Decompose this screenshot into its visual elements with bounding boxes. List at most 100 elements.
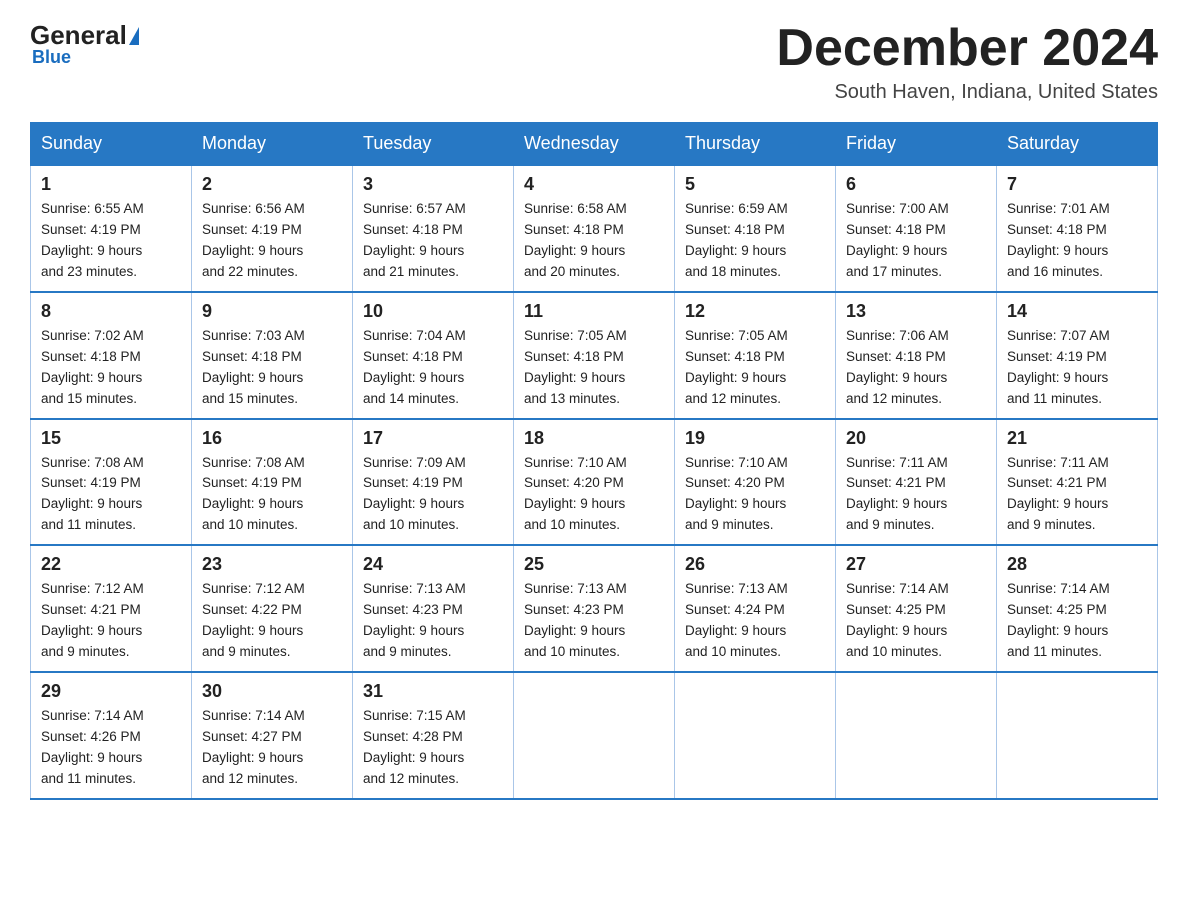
- day-info: Sunrise: 7:11 AMSunset: 4:21 PMDaylight:…: [846, 455, 948, 533]
- calendar-day-cell: 23 Sunrise: 7:12 AMSunset: 4:22 PMDaylig…: [192, 545, 353, 672]
- day-number: 11: [524, 301, 664, 322]
- day-info: Sunrise: 7:14 AMSunset: 4:26 PMDaylight:…: [41, 708, 144, 786]
- calendar-day-cell: 18 Sunrise: 7:10 AMSunset: 4:20 PMDaylig…: [514, 419, 675, 546]
- day-number: 10: [363, 301, 503, 322]
- calendar-empty-cell: [675, 672, 836, 799]
- calendar-day-cell: 1 Sunrise: 6:55 AMSunset: 4:19 PMDayligh…: [31, 165, 192, 292]
- month-title: December 2024: [776, 20, 1158, 77]
- day-number: 5: [685, 174, 825, 195]
- calendar-day-cell: 31 Sunrise: 7:15 AMSunset: 4:28 PMDaylig…: [353, 672, 514, 799]
- weekday-header-friday: Friday: [836, 123, 997, 166]
- day-number: 25: [524, 554, 664, 575]
- calendar-day-cell: 17 Sunrise: 7:09 AMSunset: 4:19 PMDaylig…: [353, 419, 514, 546]
- calendar-day-cell: 24 Sunrise: 7:13 AMSunset: 4:23 PMDaylig…: [353, 545, 514, 672]
- calendar-day-cell: 6 Sunrise: 7:00 AMSunset: 4:18 PMDayligh…: [836, 165, 997, 292]
- day-number: 8: [41, 301, 181, 322]
- page-header: General Blue December 2024 South Haven, …: [30, 20, 1158, 104]
- day-number: 1: [41, 174, 181, 195]
- calendar-week-row: 22 Sunrise: 7:12 AMSunset: 4:21 PMDaylig…: [31, 545, 1158, 672]
- weekday-header-thursday: Thursday: [675, 123, 836, 166]
- day-number: 9: [202, 301, 342, 322]
- day-number: 6: [846, 174, 986, 195]
- calendar-day-cell: 10 Sunrise: 7:04 AMSunset: 4:18 PMDaylig…: [353, 292, 514, 419]
- calendar-day-cell: 2 Sunrise: 6:56 AMSunset: 4:19 PMDayligh…: [192, 165, 353, 292]
- day-number: 23: [202, 554, 342, 575]
- day-info: Sunrise: 6:55 AMSunset: 4:19 PMDaylight:…: [41, 201, 144, 279]
- day-info: Sunrise: 7:13 AMSunset: 4:24 PMDaylight:…: [685, 581, 788, 659]
- calendar-week-row: 29 Sunrise: 7:14 AMSunset: 4:26 PMDaylig…: [31, 672, 1158, 799]
- calendar-day-cell: 29 Sunrise: 7:14 AMSunset: 4:26 PMDaylig…: [31, 672, 192, 799]
- day-info: Sunrise: 7:11 AMSunset: 4:21 PMDaylight:…: [1007, 455, 1109, 533]
- day-number: 14: [1007, 301, 1147, 322]
- calendar-table: SundayMondayTuesdayWednesdayThursdayFrid…: [30, 122, 1158, 799]
- day-info: Sunrise: 6:58 AMSunset: 4:18 PMDaylight:…: [524, 201, 627, 279]
- logo: General Blue: [30, 20, 141, 68]
- day-info: Sunrise: 7:02 AMSunset: 4:18 PMDaylight:…: [41, 328, 144, 406]
- day-number: 19: [685, 428, 825, 449]
- day-info: Sunrise: 6:56 AMSunset: 4:19 PMDaylight:…: [202, 201, 305, 279]
- day-number: 24: [363, 554, 503, 575]
- day-number: 2: [202, 174, 342, 195]
- weekday-header-sunday: Sunday: [31, 123, 192, 166]
- calendar-day-cell: 12 Sunrise: 7:05 AMSunset: 4:18 PMDaylig…: [675, 292, 836, 419]
- day-number: 16: [202, 428, 342, 449]
- day-info: Sunrise: 7:12 AMSunset: 4:22 PMDaylight:…: [202, 581, 305, 659]
- day-number: 31: [363, 681, 503, 702]
- day-number: 4: [524, 174, 664, 195]
- day-number: 18: [524, 428, 664, 449]
- calendar-day-cell: 15 Sunrise: 7:08 AMSunset: 4:19 PMDaylig…: [31, 419, 192, 546]
- day-number: 3: [363, 174, 503, 195]
- day-number: 7: [1007, 174, 1147, 195]
- calendar-day-cell: 11 Sunrise: 7:05 AMSunset: 4:18 PMDaylig…: [514, 292, 675, 419]
- day-info: Sunrise: 6:59 AMSunset: 4:18 PMDaylight:…: [685, 201, 788, 279]
- day-number: 22: [41, 554, 181, 575]
- day-number: 26: [685, 554, 825, 575]
- weekday-header-saturday: Saturday: [997, 123, 1158, 166]
- day-number: 28: [1007, 554, 1147, 575]
- calendar-day-cell: 28 Sunrise: 7:14 AMSunset: 4:25 PMDaylig…: [997, 545, 1158, 672]
- day-info: Sunrise: 7:13 AMSunset: 4:23 PMDaylight:…: [363, 581, 466, 659]
- weekday-header-wednesday: Wednesday: [514, 123, 675, 166]
- calendar-day-cell: 20 Sunrise: 7:11 AMSunset: 4:21 PMDaylig…: [836, 419, 997, 546]
- day-number: 17: [363, 428, 503, 449]
- day-info: Sunrise: 7:03 AMSunset: 4:18 PMDaylight:…: [202, 328, 305, 406]
- logo-blue: Blue: [32, 47, 71, 68]
- day-number: 29: [41, 681, 181, 702]
- day-number: 30: [202, 681, 342, 702]
- day-info: Sunrise: 6:57 AMSunset: 4:18 PMDaylight:…: [363, 201, 466, 279]
- day-info: Sunrise: 7:08 AMSunset: 4:19 PMDaylight:…: [41, 455, 144, 533]
- calendar-day-cell: 26 Sunrise: 7:13 AMSunset: 4:24 PMDaylig…: [675, 545, 836, 672]
- calendar-empty-cell: [997, 672, 1158, 799]
- calendar-day-cell: 14 Sunrise: 7:07 AMSunset: 4:19 PMDaylig…: [997, 292, 1158, 419]
- calendar-day-cell: 13 Sunrise: 7:06 AMSunset: 4:18 PMDaylig…: [836, 292, 997, 419]
- title-section: December 2024 South Haven, Indiana, Unit…: [776, 20, 1158, 104]
- day-number: 12: [685, 301, 825, 322]
- calendar-day-cell: 30 Sunrise: 7:14 AMSunset: 4:27 PMDaylig…: [192, 672, 353, 799]
- day-info: Sunrise: 7:00 AMSunset: 4:18 PMDaylight:…: [846, 201, 949, 279]
- weekday-header-tuesday: Tuesday: [353, 123, 514, 166]
- day-info: Sunrise: 7:09 AMSunset: 4:19 PMDaylight:…: [363, 455, 466, 533]
- day-number: 20: [846, 428, 986, 449]
- calendar-day-cell: 27 Sunrise: 7:14 AMSunset: 4:25 PMDaylig…: [836, 545, 997, 672]
- calendar-week-row: 8 Sunrise: 7:02 AMSunset: 4:18 PMDayligh…: [31, 292, 1158, 419]
- day-info: Sunrise: 7:12 AMSunset: 4:21 PMDaylight:…: [41, 581, 144, 659]
- day-info: Sunrise: 7:05 AMSunset: 4:18 PMDaylight:…: [685, 328, 788, 406]
- day-info: Sunrise: 7:01 AMSunset: 4:18 PMDaylight:…: [1007, 201, 1110, 279]
- day-info: Sunrise: 7:13 AMSunset: 4:23 PMDaylight:…: [524, 581, 627, 659]
- day-info: Sunrise: 7:06 AMSunset: 4:18 PMDaylight:…: [846, 328, 949, 406]
- calendar-empty-cell: [836, 672, 997, 799]
- day-info: Sunrise: 7:14 AMSunset: 4:25 PMDaylight:…: [1007, 581, 1110, 659]
- location: South Haven, Indiana, United States: [776, 81, 1158, 104]
- calendar-day-cell: 7 Sunrise: 7:01 AMSunset: 4:18 PMDayligh…: [997, 165, 1158, 292]
- calendar-day-cell: 25 Sunrise: 7:13 AMSunset: 4:23 PMDaylig…: [514, 545, 675, 672]
- day-info: Sunrise: 7:05 AMSunset: 4:18 PMDaylight:…: [524, 328, 627, 406]
- calendar-empty-cell: [514, 672, 675, 799]
- day-info: Sunrise: 7:08 AMSunset: 4:19 PMDaylight:…: [202, 455, 305, 533]
- calendar-header-row: SundayMondayTuesdayWednesdayThursdayFrid…: [31, 123, 1158, 166]
- calendar-day-cell: 16 Sunrise: 7:08 AMSunset: 4:19 PMDaylig…: [192, 419, 353, 546]
- day-number: 21: [1007, 428, 1147, 449]
- calendar-day-cell: 21 Sunrise: 7:11 AMSunset: 4:21 PMDaylig…: [997, 419, 1158, 546]
- day-info: Sunrise: 7:07 AMSunset: 4:19 PMDaylight:…: [1007, 328, 1110, 406]
- calendar-day-cell: 22 Sunrise: 7:12 AMSunset: 4:21 PMDaylig…: [31, 545, 192, 672]
- calendar-day-cell: 4 Sunrise: 6:58 AMSunset: 4:18 PMDayligh…: [514, 165, 675, 292]
